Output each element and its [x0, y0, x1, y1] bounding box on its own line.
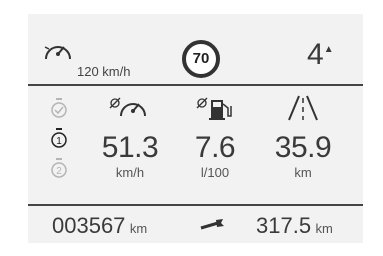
average-speed-icon — [109, 97, 146, 117]
range-value: 35.9 — [274, 131, 332, 164]
service-distance: 317.5 km — [256, 213, 333, 239]
range-block: 35.9 km — [268, 94, 338, 180]
speedometer-icon — [44, 46, 71, 60]
trip-computer-panel: 120 km/h 70 4▲ 1 2 51.3 km/h 7.6 l/100 3… — [28, 14, 363, 243]
trip-1-timer-icon: 1 — [51, 128, 67, 148]
bottom-divider — [28, 204, 363, 206]
road-icon — [288, 95, 318, 121]
cruise-speed: 120 km/h — [77, 64, 131, 79]
trip-selector: 1 2 — [50, 98, 74, 198]
wrench-icon — [200, 219, 224, 230]
svg-text:1: 1 — [56, 136, 62, 147]
speed-limit-value: 70 — [192, 50, 210, 67]
trip-2-timer-icon: 2 — [51, 158, 67, 178]
check-timer-icon — [51, 98, 67, 118]
avg-consumption-unit: l/100 — [200, 165, 230, 180]
avg-consumption-value: 7.6 — [194, 131, 236, 164]
shift-up-icon: ▲ — [323, 44, 334, 55]
svg-text:2: 2 — [56, 166, 62, 177]
average-fuel-icon — [196, 97, 232, 120]
odometer: 003567 km — [52, 213, 147, 239]
gear-value: 4 — [307, 38, 324, 71]
service-unit: km — [315, 221, 333, 236]
speed-limit-sign: 70 — [182, 40, 220, 78]
range-unit: km — [294, 165, 312, 180]
gear-indicator: 4▲ — [307, 38, 334, 72]
avg-consumption-block: 7.6 l/100 — [180, 94, 250, 180]
avg-speed-value: 51.3 — [101, 131, 159, 164]
top-divider — [28, 84, 363, 86]
avg-speed-unit: km/h — [115, 165, 145, 180]
avg-speed-block: 51.3 km/h — [90, 94, 170, 180]
odometer-unit: km — [129, 221, 148, 236]
odometer-value: 003567 — [52, 213, 126, 238]
service-value: 317.5 — [256, 213, 312, 238]
